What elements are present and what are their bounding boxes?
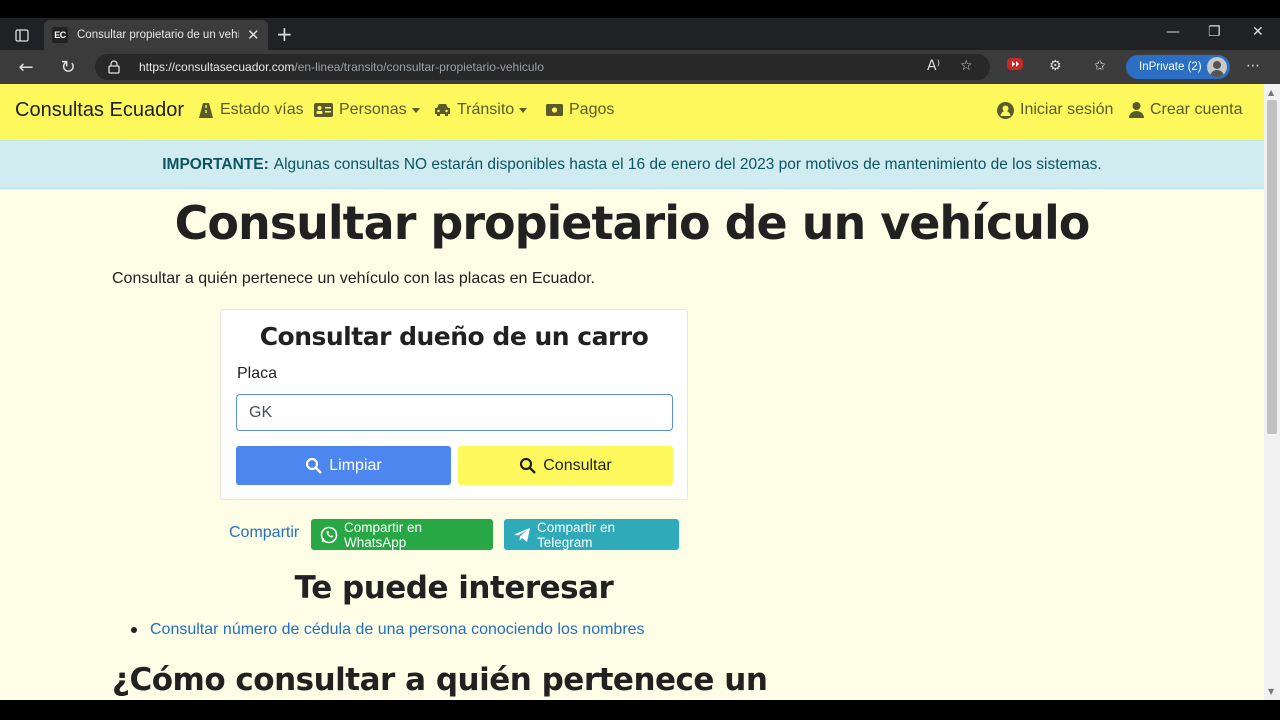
login-label: Iniciar sesión	[1020, 101, 1114, 118]
page-title: Consultar propietario de un vehículo	[174, 196, 1091, 250]
read-aloud-icon[interactable]: A⁾	[927, 58, 940, 74]
address-bar[interactable]: https://consultasecuador.com/en-linea/tr…	[95, 54, 990, 80]
extensions-icon[interactable]: ⚙	[1049, 58, 1062, 74]
browser-tab-active[interactable]: EC Consultar propietario de un vehículo …	[44, 20, 268, 50]
share-link[interactable]: Compartir	[229, 524, 299, 542]
list-item[interactable]: Consultar número de cédula de una person…	[131, 621, 645, 639]
site-navbar: Consultas Ecuador Estado vías Personas T…	[0, 84, 1264, 140]
page-scrollbar[interactable]: ▲ ▼	[1264, 84, 1280, 700]
inprivate-badge[interactable]: InPrivate (2)	[1126, 55, 1230, 79]
tab-close-icon[interactable]: ✕	[247, 26, 260, 44]
tab-title: Consultar propietario de un vehículo	[77, 29, 239, 41]
url-path: /en-linea/transito/consultar-propietario…	[294, 60, 544, 74]
user-icon	[1129, 102, 1144, 118]
query-button[interactable]: Consultar	[458, 446, 673, 485]
back-icon[interactable]: ←	[14, 56, 38, 78]
site-favicon-icon: EC	[52, 27, 68, 43]
web-page: Consultas Ecuador Estado vías Personas T…	[0, 84, 1264, 700]
telegram-label: Compartir en Telegram	[537, 519, 616, 550]
nav-item-personas[interactable]: Personas	[314, 101, 420, 119]
chevron-down-icon	[519, 107, 528, 113]
tab-actions-icon[interactable]	[8, 26, 36, 44]
alert-strong: IMPORTANTE:	[162, 155, 269, 173]
form-title: Consultar dueño de un carro	[259, 322, 649, 351]
nav-item-label: Personas	[339, 101, 407, 118]
telegram-icon	[513, 527, 531, 543]
screen: EC Consultar propietario de un vehículo …	[0, 0, 1280, 720]
whatsapp-label: Compartir en WhatsApp	[344, 519, 423, 550]
browser-tab-bar: EC Consultar propietario de un vehículo …	[0, 18, 1280, 50]
favorites-icon[interactable]: ✩	[1094, 58, 1106, 74]
maintenance-alert: IMPORTANTE: Algunas consultas NO estarán…	[0, 140, 1264, 189]
clear-button[interactable]: Limpiar	[236, 446, 451, 485]
chevron-down-icon	[411, 107, 420, 113]
money-icon	[546, 104, 563, 116]
refresh-icon[interactable]: ↻	[56, 56, 80, 78]
scroll-thumb[interactable]	[1267, 100, 1277, 434]
clear-button-label: Limpiar	[329, 456, 382, 474]
register-link[interactable]: Crear cuenta	[1129, 101, 1243, 119]
restore-icon[interactable]: ❐	[1208, 24, 1221, 40]
favicon-text: EC	[54, 30, 66, 40]
profile-avatar	[1207, 57, 1227, 77]
section-heading: ¿Cómo consultar a quién pertenece un	[112, 662, 768, 698]
search-icon	[305, 457, 323, 475]
page-description: Consultar a quién pertenece un vehículo …	[112, 270, 595, 287]
nav-item-label: Estado vías	[220, 101, 304, 118]
id-card-icon	[314, 103, 333, 117]
inprivate-label: InPrivate (2)	[1139, 61, 1202, 73]
nav-item-label: Tránsito	[457, 101, 515, 118]
related-list: Consultar número de cédula de una person…	[131, 621, 645, 639]
window-close-icon[interactable]: ✕	[1252, 24, 1264, 40]
url-domain: https://consultasecuador.com	[139, 60, 295, 74]
search-icon	[519, 457, 537, 475]
extension-record-icon[interactable]	[1007, 57, 1023, 75]
plate-input[interactable]	[236, 394, 673, 431]
minimize-icon[interactable]: —	[1166, 24, 1180, 40]
browser-toolbar: ← ↻ https://consultasecuador.com/en-line…	[0, 50, 1280, 84]
query-button-label: Consultar	[543, 456, 612, 474]
related-link[interactable]: Consultar número de cédula de una person…	[150, 621, 645, 638]
scroll-down-icon[interactable]: ▼	[1268, 687, 1274, 696]
whatsapp-icon	[320, 526, 338, 544]
related-title: Te puede interesar	[294, 570, 614, 606]
plate-query-form: Consultar dueño de un carro Placa Limpia…	[220, 309, 688, 500]
user-circle-icon	[997, 101, 1014, 119]
alert-text: Algunas consultas NO estarán disponibles…	[273, 155, 1102, 173]
nav-item-estado-vias[interactable]: Estado vías	[198, 101, 304, 119]
new-tab-icon[interactable]: +	[276, 22, 293, 46]
add-favorite-icon[interactable]: ☆	[960, 58, 973, 74]
scroll-up-icon[interactable]: ▲	[1268, 88, 1274, 97]
more-menu-icon[interactable]: ⋯	[1246, 58, 1260, 74]
share-telegram-button[interactable]: Compartir en Telegram	[504, 519, 679, 550]
car-icon	[434, 103, 451, 117]
login-link[interactable]: Iniciar sesión	[997, 101, 1113, 119]
register-label: Crear cuenta	[1150, 101, 1243, 118]
bullet	[131, 626, 137, 633]
nav-item-transito[interactable]: Tránsito	[434, 101, 528, 119]
site-brand[interactable]: Consultas Ecuador	[15, 99, 184, 122]
url-text: https://consultasecuador.com/en-linea/tr…	[139, 60, 544, 74]
share-whatsapp-button[interactable]: Compartir en WhatsApp	[311, 519, 493, 550]
nav-item-pagos[interactable]: Pagos	[546, 101, 614, 119]
road-icon	[198, 102, 214, 118]
plate-label: Placa	[237, 365, 278, 382]
nav-item-label: Pagos	[569, 101, 615, 118]
lock-icon	[108, 60, 120, 74]
